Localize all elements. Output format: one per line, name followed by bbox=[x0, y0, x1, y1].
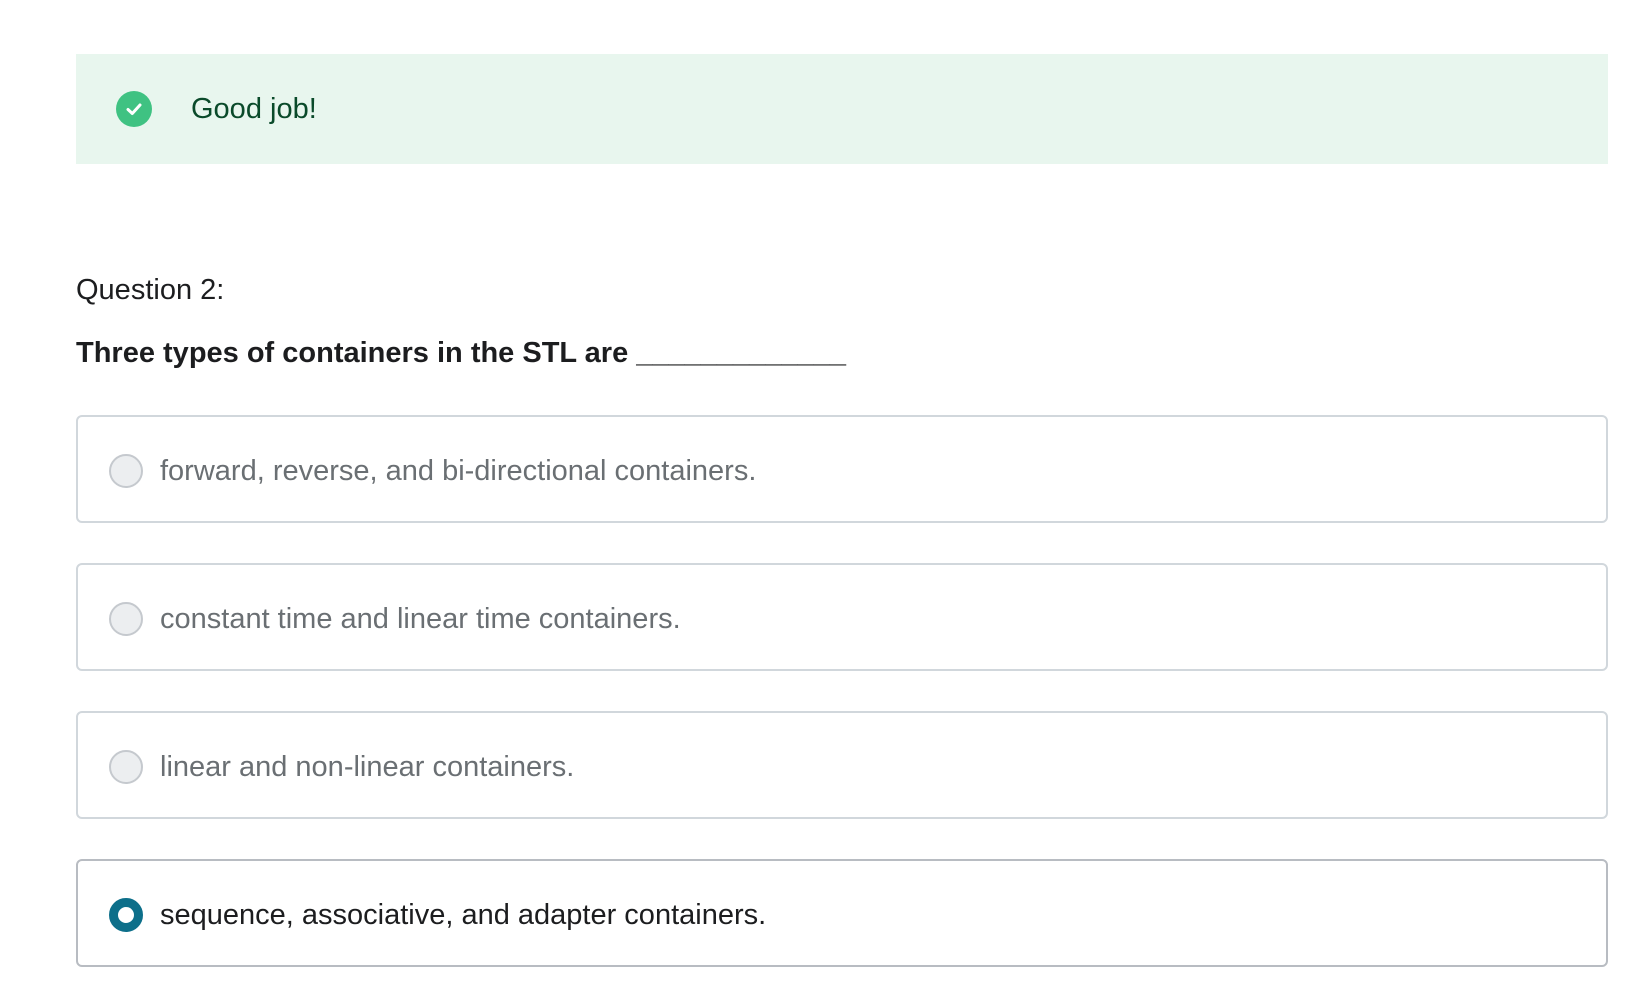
question-number: Question 2: bbox=[76, 274, 225, 306]
answer-option-label: sequence, associative, and adapter conta… bbox=[160, 899, 767, 931]
question-prompt: Three types of containers in the STL are… bbox=[76, 337, 846, 369]
answer-option-label: constant time and linear time containers… bbox=[160, 603, 681, 635]
answer-option[interactable]: forward, reverse, and bi-directional con… bbox=[76, 415, 1608, 523]
radio-button[interactable] bbox=[109, 750, 143, 784]
answer-option[interactable]: linear and non-linear containers. bbox=[76, 711, 1608, 819]
answer-option[interactable]: sequence, associative, and adapter conta… bbox=[76, 859, 1608, 967]
check-circle-icon bbox=[116, 91, 152, 127]
answer-option-label: forward, reverse, and bi-directional con… bbox=[160, 455, 757, 487]
success-alert: Good job! bbox=[76, 54, 1608, 164]
radio-button[interactable] bbox=[109, 898, 143, 932]
answer-option[interactable]: constant time and linear time containers… bbox=[76, 563, 1608, 671]
answer-option-label: linear and non-linear containers. bbox=[160, 751, 575, 783]
radio-button[interactable] bbox=[109, 602, 143, 636]
radio-button[interactable] bbox=[109, 454, 143, 488]
answer-options: forward, reverse, and bi-directional con… bbox=[76, 415, 1608, 1007]
feedback-message: Good job! bbox=[191, 93, 317, 125]
